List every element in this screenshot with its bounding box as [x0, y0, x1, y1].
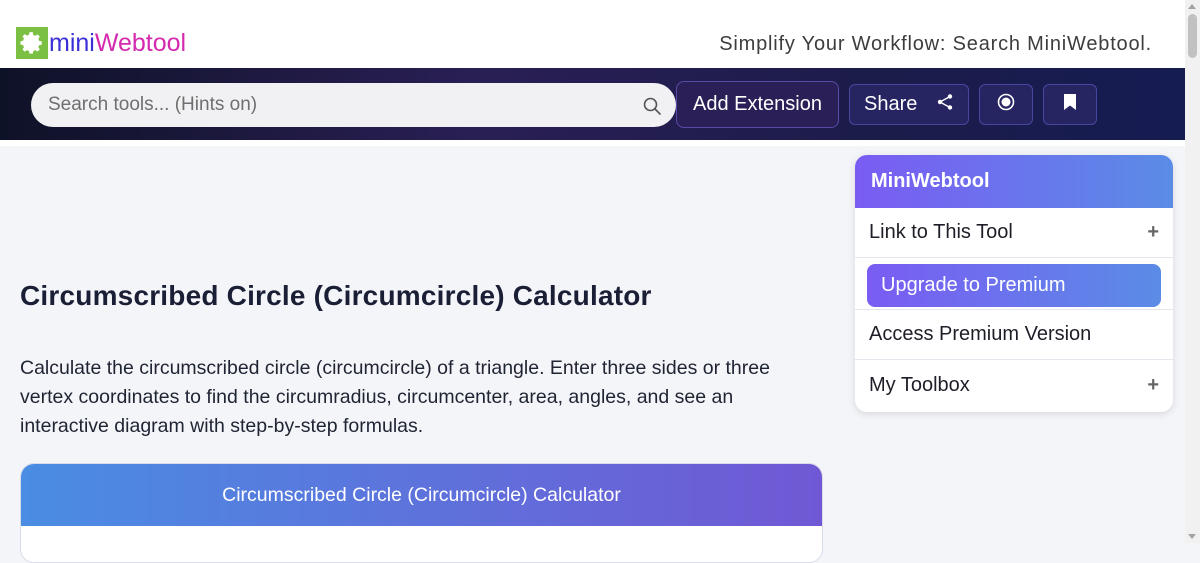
logo-text: miniWebtool	[49, 27, 186, 59]
record-button[interactable]	[979, 84, 1033, 125]
site-tagline: Simplify Your Workflow: Search MiniWebto…	[719, 33, 1152, 55]
expand-plus-icon[interactable]: +	[1147, 221, 1159, 244]
search-icon[interactable]	[642, 96, 662, 116]
sidebar-item-link-to-tool[interactable]: Link to This Tool +	[855, 208, 1173, 258]
sidebar-item-label: Link to This Tool	[869, 221, 1013, 243]
sidebar-item-my-toolbox[interactable]: My Toolbox +	[855, 360, 1173, 410]
share-button-label: Share	[864, 93, 918, 115]
logo-text-mini: mini	[49, 29, 95, 57]
site-logo[interactable]: miniWebtool	[16, 27, 186, 59]
search-input[interactable]	[46, 85, 626, 125]
page-scrollbar[interactable]	[1185, 0, 1200, 543]
site-header: miniWebtool Simplify Your Workflow: Sear…	[0, 0, 1185, 68]
scrollbar-thumb[interactable]	[1188, 14, 1197, 58]
search-box	[31, 83, 676, 127]
nav-divider	[0, 140, 1185, 146]
sidebar-item-premium-version[interactable]: Access Premium Version	[855, 310, 1173, 360]
nav-bar: Add Extension Share	[0, 68, 1185, 140]
share-icon	[936, 93, 954, 117]
sidebar-header: MiniWebtool	[855, 155, 1173, 208]
bookmark-button[interactable]	[1043, 84, 1097, 125]
calculator-card: Circumscribed Circle (Circumcircle) Calc…	[20, 463, 823, 563]
add-extension-button[interactable]: Add Extension	[676, 81, 839, 128]
share-button[interactable]: Share	[849, 84, 969, 125]
sidebar-item-label: My Toolbox	[869, 373, 970, 396]
page-title: Circumscribed Circle (Circumcircle) Calc…	[20, 280, 652, 311]
sidebar-item-label: Access Premium Version	[869, 323, 1092, 345]
scroll-down-arrow-icon[interactable]	[1188, 534, 1196, 539]
sidebar-panel: MiniWebtool Link to This Tool + Upgrade …	[855, 155, 1173, 412]
logo-text-webtool: Webtool	[94, 29, 187, 57]
upgrade-premium-button[interactable]: Upgrade to Premium	[867, 264, 1161, 307]
gear-logo-icon	[16, 27, 48, 59]
page-description: Calculate the circumscribed circle (circ…	[20, 357, 770, 437]
record-icon	[997, 93, 1015, 117]
expand-plus-icon[interactable]: +	[1147, 374, 1159, 397]
scroll-up-arrow-icon[interactable]	[1188, 4, 1196, 9]
bookmark-icon	[1062, 93, 1078, 117]
upgrade-wrapper: Upgrade to Premium	[855, 258, 1173, 310]
calculator-card-title: Circumscribed Circle (Circumcircle) Calc…	[21, 464, 822, 526]
